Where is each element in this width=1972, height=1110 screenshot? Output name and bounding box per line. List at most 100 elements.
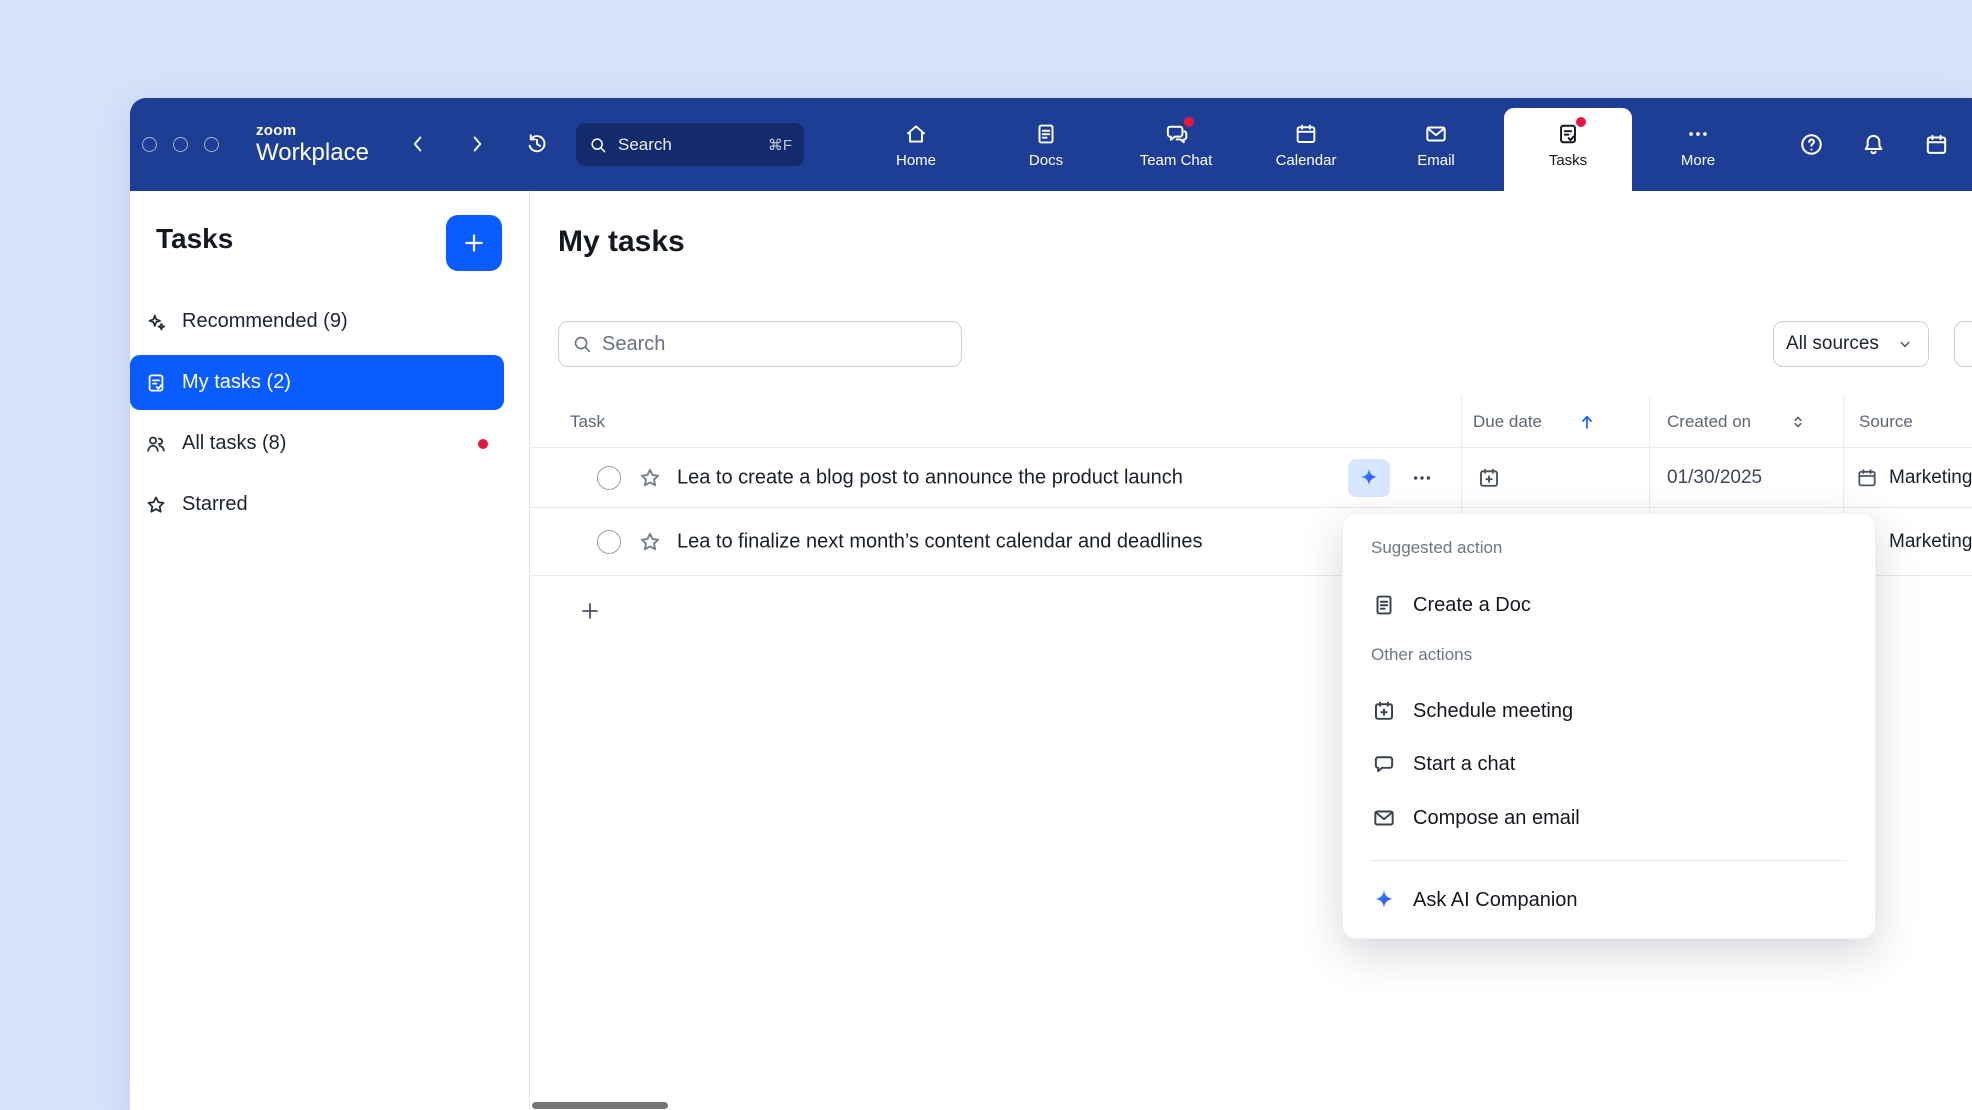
- sidebar-item-recommended[interactable]: Recommended (9): [130, 294, 504, 349]
- add-task-button-sidebar[interactable]: [446, 215, 502, 271]
- sidebar-item-label: My tasks (2): [182, 371, 291, 394]
- forward-button[interactable]: [459, 126, 495, 162]
- source-cell: Marketing: [1855, 466, 1972, 490]
- nav-more[interactable]: More: [1640, 98, 1756, 191]
- doc-icon: [1371, 592, 1397, 618]
- all-tasks-badge: [478, 439, 488, 449]
- search-icon: [588, 135, 608, 155]
- column-source: Source: [1859, 412, 1913, 432]
- plus-icon: [578, 599, 602, 623]
- menu-item-label: Compose an email: [1413, 807, 1580, 830]
- page-title: My tasks: [558, 225, 685, 259]
- search-shortcut: ⌘F: [768, 136, 792, 154]
- bell-icon: [1860, 131, 1887, 158]
- window-control-minimize[interactable]: [173, 137, 188, 152]
- home-icon: [903, 121, 929, 147]
- sidebar-item-all-tasks[interactable]: All tasks (8): [130, 416, 504, 471]
- menu-item-label: Schedule meeting: [1413, 700, 1573, 723]
- sidebar-item-starred[interactable]: Starred: [130, 477, 504, 532]
- main-content: My tasks All sources Task Due date Creat…: [530, 191, 1972, 1110]
- column-due-date[interactable]: Due date: [1473, 412, 1542, 432]
- all-sources-label: All sources: [1786, 333, 1879, 355]
- global-search[interactable]: Search ⌘F: [576, 123, 804, 166]
- task-checkbox[interactable]: [597, 466, 621, 490]
- menu-item-create-doc[interactable]: Create a Doc: [1351, 580, 1867, 630]
- topbar: zoom Workplace Search ⌘F Home Docs Team …: [130, 98, 1972, 191]
- task-title: Lea to create a blog post to announce th…: [677, 466, 1183, 489]
- source-label: Marketing: [1889, 531, 1972, 553]
- sort-icon[interactable]: [1787, 411, 1809, 433]
- sidebar-item-label: Recommended (9): [182, 310, 348, 333]
- logo-zoom-text: zoom: [256, 123, 369, 139]
- sidebar-title: Tasks: [156, 223, 233, 255]
- window-control-zoom[interactable]: [204, 137, 219, 152]
- sidebar-item-my-tasks[interactable]: My tasks (2): [130, 355, 504, 410]
- nav-home-label: Home: [896, 152, 936, 169]
- task-search: [558, 321, 962, 367]
- history-button[interactable]: [519, 126, 555, 162]
- column-task: Task: [570, 412, 605, 432]
- help-icon: [1798, 131, 1825, 158]
- global-search-placeholder: Search: [618, 135, 672, 155]
- nav-calendar-label: Calendar: [1276, 152, 1337, 169]
- source-calendar-icon: [1855, 466, 1879, 490]
- star-icon[interactable]: [637, 465, 663, 491]
- menu-section-label: Other actions: [1371, 645, 1472, 665]
- tasks-badge: [1576, 117, 1586, 127]
- menu-section-label: Suggested action: [1371, 538, 1502, 558]
- created-on-value: 01/30/2025: [1667, 467, 1762, 489]
- menu-item-ask-ai-companion[interactable]: Ask AI Companion: [1351, 875, 1867, 925]
- nav-tasks[interactable]: Tasks: [1510, 98, 1626, 191]
- help-button[interactable]: [1793, 126, 1829, 162]
- menu-item-start-chat[interactable]: Start a chat: [1351, 739, 1867, 789]
- menu-item-label: Start a chat: [1413, 753, 1515, 776]
- nav-calendar[interactable]: Calendar: [1248, 98, 1364, 191]
- notifications-button[interactable]: [1855, 126, 1891, 162]
- chat-icon: [1371, 751, 1397, 777]
- sparkles-icon: [144, 310, 168, 334]
- task-row[interactable]: Lea to create a blog post to announce th…: [530, 448, 1972, 508]
- calendar-shortcut-button[interactable]: [1918, 126, 1954, 162]
- tasks-check-icon: [144, 371, 168, 395]
- filter-button[interactable]: [1954, 321, 1972, 367]
- nav-docs[interactable]: Docs: [988, 98, 1104, 191]
- window-controls: [142, 98, 219, 191]
- nav-email-label: Email: [1417, 152, 1455, 169]
- sort-asc-icon[interactable]: [1576, 411, 1598, 433]
- add-task-button[interactable]: [572, 593, 608, 629]
- sidebar: Tasks Recommended (9) My tasks (2) All t…: [130, 191, 530, 1110]
- star-icon[interactable]: [637, 529, 663, 555]
- nav-tasks-label: Tasks: [1549, 152, 1587, 169]
- table-header: Task Due date Created on Source: [530, 396, 1972, 448]
- menu-item-schedule-meeting[interactable]: Schedule meeting: [1351, 686, 1867, 736]
- ai-actions-menu: Suggested action Create a Doc Other acti…: [1342, 513, 1876, 939]
- app-logo: zoom Workplace: [256, 98, 369, 191]
- menu-item-compose-email[interactable]: Compose an email: [1351, 793, 1867, 843]
- menu-item-label: Create a Doc: [1413, 594, 1531, 617]
- docs-icon: [1033, 121, 1059, 147]
- nav-team-chat-label: Team Chat: [1140, 152, 1213, 169]
- sidebar-item-label: Starred: [182, 493, 248, 516]
- column-created-on[interactable]: Created on: [1667, 412, 1751, 432]
- menu-item-label: Ask AI Companion: [1413, 889, 1578, 912]
- ai-companion-button[interactable]: [1348, 459, 1390, 497]
- back-button[interactable]: [400, 126, 436, 162]
- email-icon: [1371, 805, 1397, 831]
- search-input[interactable]: [602, 333, 949, 356]
- search-icon: [571, 333, 593, 355]
- more-actions-button[interactable]: [1402, 459, 1442, 497]
- nav-email[interactable]: Email: [1378, 98, 1494, 191]
- nav-docs-label: Docs: [1029, 152, 1063, 169]
- all-sources-dropdown[interactable]: All sources: [1773, 321, 1929, 367]
- more-icon: [1685, 121, 1711, 147]
- nav-home[interactable]: Home: [858, 98, 974, 191]
- nav-team-chat[interactable]: Team Chat: [1118, 98, 1234, 191]
- ai-companion-icon: [1357, 466, 1381, 490]
- app-window: zoom Workplace Search ⌘F Home Docs Team …: [130, 98, 1972, 1110]
- task-checkbox[interactable]: [597, 530, 621, 554]
- nav-more-label: More: [1681, 152, 1715, 169]
- email-icon: [1423, 121, 1449, 147]
- window-control-close[interactable]: [142, 137, 157, 152]
- horizontal-scrollbar-thumb[interactable]: [532, 1102, 668, 1109]
- add-due-date-button[interactable]: [1476, 465, 1502, 491]
